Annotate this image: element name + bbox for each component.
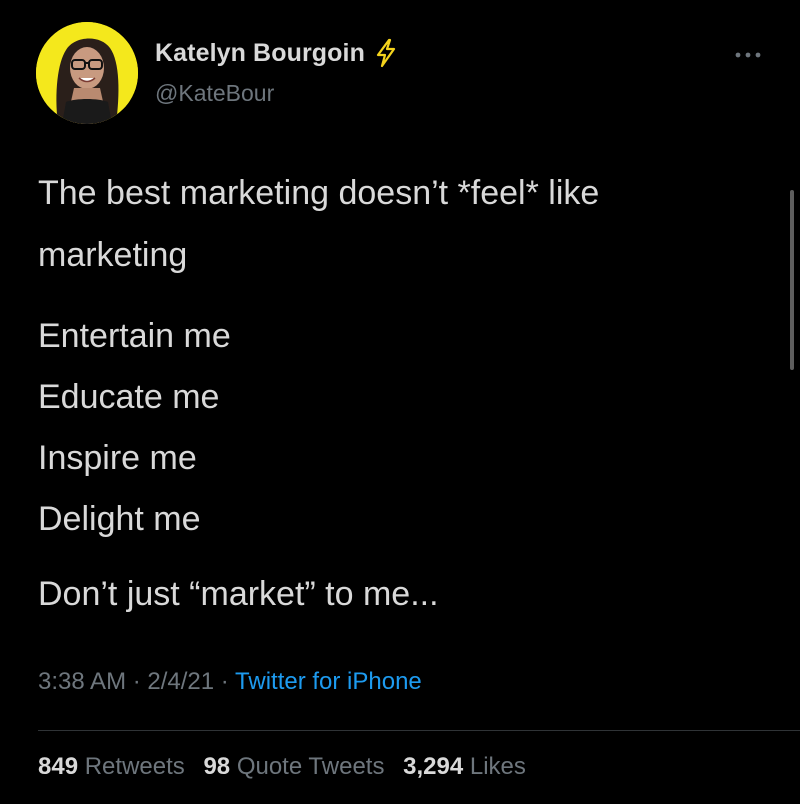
name-row: Katelyn Bourgoin [155, 38, 399, 68]
tweet-paragraph-intro: The best marketing doesn’t *feel* like m… [38, 172, 758, 276]
display-name[interactable]: Katelyn Bourgoin [155, 39, 365, 68]
more-options-icon[interactable] [733, 50, 763, 60]
likes-stat[interactable]: 3,294 Likes [403, 753, 526, 780]
tweet-date[interactable]: 2/4/21 [147, 668, 214, 695]
tweet-closing-line: Don’t just “market” to me... [38, 575, 439, 613]
tweet-line: The best marketing doesn’t *feel* like [38, 174, 600, 212]
tweet-source-link[interactable]: Twitter for iPhone [235, 668, 422, 695]
user-handle[interactable]: @KateBour [155, 80, 274, 107]
engagement-stats: 849 Retweets 98 Quote Tweets 3,294 Likes [38, 753, 538, 781]
lightning-bolt-icon [376, 38, 396, 68]
tweet-list: Entertain me Educate me Inspire me Delig… [38, 306, 758, 550]
tweet-body: The best marketing doesn’t *feel* like m… [38, 172, 758, 625]
meta-separator: · [126, 668, 148, 695]
tweet-meta: 3:38 AM · 2/4/21 · Twitter for iPhone [38, 668, 422, 696]
quote-tweets-count: 98 [203, 753, 231, 780]
tweet-line: marketing [38, 236, 188, 274]
meta-separator: · [214, 668, 236, 695]
retweets-count: 849 [38, 753, 79, 780]
tweet-time[interactable]: 3:38 AM [38, 668, 126, 695]
divider [38, 730, 800, 731]
tweet-list-item: Educate me [38, 378, 220, 416]
tweet-closing: Don’t just “market” to me... [38, 564, 758, 625]
retweets-label: Retweets [84, 753, 185, 780]
tweet-list-item: Inspire me [38, 439, 197, 477]
quote-tweets-label: Quote Tweets [236, 753, 385, 780]
likes-count: 3,294 [403, 753, 464, 780]
likes-label: Likes [469, 753, 526, 780]
quote-tweets-stat[interactable]: 98 Quote Tweets [203, 753, 384, 780]
retweets-stat[interactable]: 849 Retweets [38, 753, 185, 780]
avatar[interactable] [36, 22, 138, 124]
tweet-header: Katelyn Bourgoin @KateBour [36, 22, 766, 132]
tweet-list-item: Entertain me [38, 317, 231, 355]
scrollbar[interactable] [790, 190, 794, 370]
tweet-list-item: Delight me [38, 500, 201, 538]
avatar-image [36, 22, 138, 124]
